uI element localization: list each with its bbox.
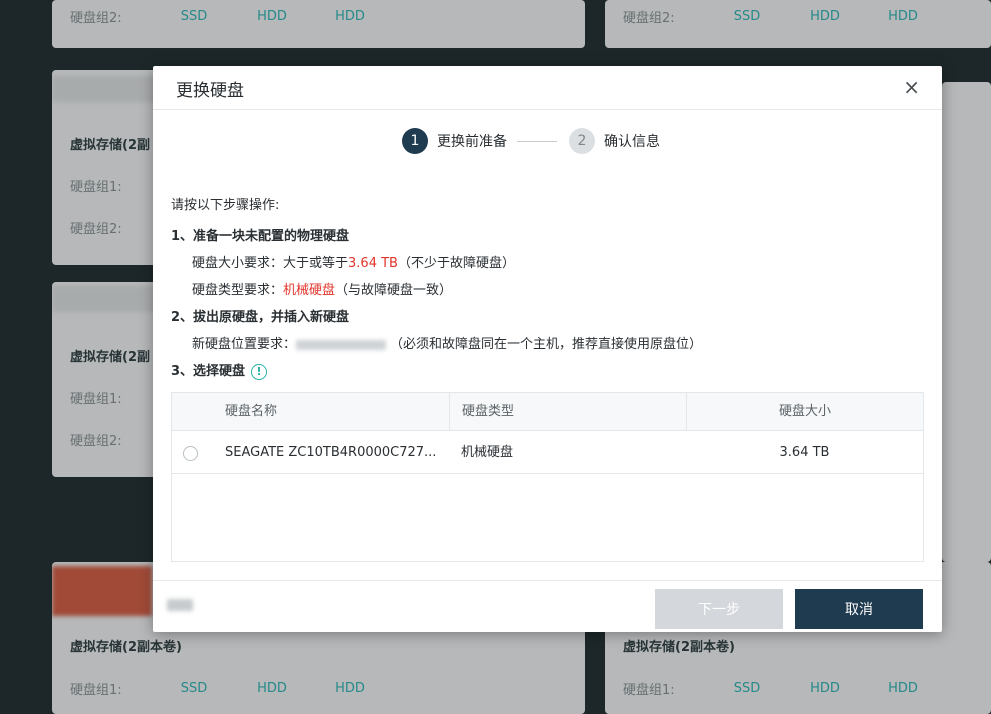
step-1-label: 更换前准备 [437, 134, 507, 150]
step1-heading: 1、准备一块未配置的物理硬盘 [171, 229, 350, 244]
blurred-location [296, 339, 387, 350]
type-req-suffix: （与故障硬盘一致） [335, 283, 453, 298]
type-requirement: 硬盘类型要求：机械硬盘（与故障硬盘一致） [192, 279, 452, 298]
disk-name-cell: SEAGATE ZC10TB4R0000C727... [225, 445, 437, 460]
disk-size-cell: 3.64 TB [779, 445, 830, 460]
col-disk-name: 硬盘名称 [225, 404, 278, 419]
dialog-title: 更换硬盘 [176, 81, 244, 101]
size-req-value: 3.64 TB [348, 256, 398, 271]
location-req-prefix: 新硬盘位置要求： [192, 337, 297, 352]
cancel-button[interactable]: 取消 [795, 589, 923, 629]
step3-heading-text: 3、选择硬盘 [171, 364, 246, 379]
type-req-value: 机械硬盘 [283, 283, 336, 298]
size-requirement: 硬盘大小要求：大于或等于3.64 TB（不少于故障硬盘） [192, 252, 515, 271]
type-req-prefix: 硬盘类型要求： [192, 283, 284, 298]
blurred-footer-text [167, 599, 193, 611]
step-1-circle: 1 [402, 128, 428, 154]
col-disk-type: 硬盘类型 [449, 393, 686, 431]
intro-text: 请按以下步骤操作: [171, 198, 280, 213]
info-icon[interactable]: ! [251, 363, 268, 380]
dialog-header: 更换硬盘 × [153, 66, 942, 110]
next-step-button[interactable]: 下一步 [655, 589, 783, 629]
disk-table: 硬盘名称 硬盘类型 硬盘大小 SEAGATE ZC10TB4R0000C727.… [171, 392, 924, 562]
location-requirement: 新硬盘位置要求： （必须和故障盘同在一个主机，推荐直接使用原盘位） [192, 333, 702, 352]
table-header: 硬盘名称 硬盘类型 硬盘大小 [172, 393, 923, 431]
step-2-label: 确认信息 [604, 134, 660, 150]
replace-disk-dialog: 更换硬盘 × 1 更换前准备 2 确认信息 请按以下步骤操作: 1、准备一块未配… [153, 66, 942, 632]
disk-select-radio[interactable] [183, 446, 198, 461]
step3-heading: 3、选择硬盘! [171, 360, 268, 380]
step2-heading: 2、拔出原硬盘，并插入新硬盘 [171, 310, 350, 325]
step-connector [517, 140, 557, 142]
size-req-prefix: 硬盘大小要求：大于或等于 [192, 256, 349, 271]
step-2-circle: 2 [569, 128, 595, 154]
col-disk-size: 硬盘大小 [686, 393, 923, 431]
table-row[interactable]: SEAGATE ZC10TB4R0000C727... 机械硬盘 3.64 TB [172, 431, 923, 474]
close-icon[interactable]: × [903, 76, 920, 98]
dialog-footer: 下一步 取消 [153, 580, 942, 632]
size-req-suffix: （不少于故障硬盘） [397, 256, 515, 271]
disk-type-cell: 机械硬盘 [461, 445, 514, 460]
stepper: 1 更换前准备 2 确认信息 [402, 128, 660, 154]
location-req-suffix: （必须和故障盘同在一个主机，推荐直接使用原盘位） [390, 337, 703, 352]
